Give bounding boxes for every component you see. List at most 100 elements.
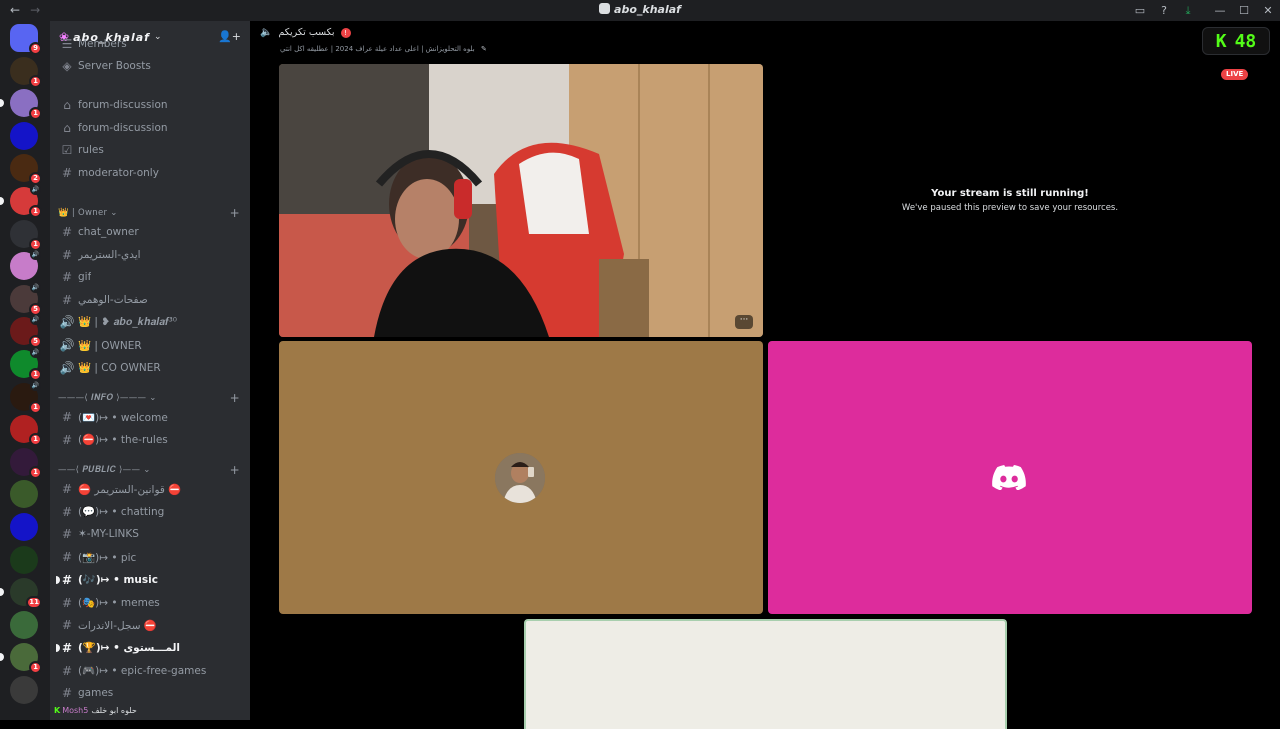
server-icon-16[interactable] <box>10 513 38 541</box>
hash-icon: # <box>61 550 73 565</box>
maximize-icon[interactable]: ☐ <box>1232 0 1256 21</box>
voice-channel-header: 🔈 بكسب تكريكم ! <box>260 27 351 38</box>
participant-tile-default[interactable] <box>768 341 1252 614</box>
hash-icon: # <box>61 686 73 701</box>
channel-item[interactable]: 🔊 👑 | ❥ 𝒂𝒃𝒐_𝒌𝒉𝒂𝒍𝒂𝒇³⁰ <box>58 312 244 332</box>
edit-pencil-icon[interactable]: ✎ <box>481 45 487 53</box>
server-icon-11[interactable]: 1 🔊 <box>10 347 42 381</box>
window-title: abo_khalaf <box>0 3 1280 16</box>
voice-active-icon: 🔊 <box>30 249 41 261</box>
channel-label: forum-discussion <box>78 99 168 111</box>
server-icon-6[interactable]: 1 🔊 <box>10 184 42 218</box>
channel-item[interactable]: ⌂ forum-discussion <box>58 118 244 138</box>
channel-item[interactable]: # (🏆)↦ • المـــستوى <box>56 638 244 658</box>
channel-item[interactable]: # gif <box>58 267 244 287</box>
camera-tile[interactable]: ··· <box>279 64 763 337</box>
add-channel-icon[interactable]: + <box>230 391 240 405</box>
hash-icon: # <box>61 572 73 587</box>
mention-badge: 1 <box>29 433 42 447</box>
hash-icon: # <box>61 166 73 180</box>
camera-feed <box>279 64 763 337</box>
minimize-icon[interactable]: — <box>1208 0 1232 21</box>
server-icon-19[interactable] <box>10 610 38 639</box>
forward-arrow-icon[interactable]: → <box>30 3 40 17</box>
server-icon-8[interactable]: 🔊 <box>10 249 41 281</box>
server-icon-7[interactable]: 1 <box>10 219 42 251</box>
channel-item[interactable]: # (🎭)↦ • memes <box>58 593 244 613</box>
server-icon-13[interactable]: 1 <box>10 415 42 447</box>
voice-channel-status[interactable]: بلوه التحلويزانش | اعلى عداد عيلة عراف 2… <box>280 45 487 53</box>
mention-badge: 1 <box>29 74 42 88</box>
server-icon-9[interactable]: 5 🔊 <box>10 281 42 316</box>
channel-label: rules <box>78 144 104 156</box>
participant-tile-avatar[interactable] <box>279 341 763 614</box>
add-channel-icon[interactable]: + <box>230 463 240 477</box>
hash-icon: # <box>61 292 73 307</box>
channel-item[interactable]: # ⛔ قوانين-الستريمر ⛔ <box>58 479 244 499</box>
channel-item[interactable]: 🔊 👑 | OWNER <box>58 335 244 355</box>
channel-sidebar: ❀ abo_khalaf ⌄ 👤+ ☰ Members ◈ Server Boosts… <box>50 21 250 720</box>
channel-category[interactable]: ——⟨ 𝑷𝑼𝑩𝑳𝑰𝑪 ⟩—— ⌄ + <box>58 463 244 477</box>
user-name: Mosh5 <box>62 706 89 715</box>
channel-label: Server Boosts <box>78 60 151 72</box>
channel-item[interactable]: 🔊 👑 | CO OWNER <box>58 358 244 378</box>
channel-item[interactable]: # ✶-MY-LINKS <box>58 524 244 544</box>
stream-paused-panel[interactable]: Your stream is still running! We've paus… <box>768 64 1252 337</box>
channel-label: صفحات-الوهمي <box>78 293 148 306</box>
voice-channel-status-text: بلوه التحلويزانش | اعلى عداد عيلة عراف 2… <box>280 45 475 53</box>
user-panel[interactable]: K Mosh5 حلوه ابو خلف <box>50 701 160 720</box>
channel-item[interactable]: # سجل-الاندرات ⛔ <box>58 615 244 635</box>
participant-avatar <box>495 453 545 503</box>
channel-item[interactable]: ☑ rules <box>58 140 244 160</box>
voice-channel-icon: 🔊 <box>59 315 75 330</box>
server-icon-3[interactable]: 1 <box>10 89 42 121</box>
channel-category[interactable]: 👑 | Owner ⌄ + <box>58 206 244 220</box>
channel-label: moderator-only <box>78 167 159 179</box>
server-icon-15[interactable] <box>10 480 38 509</box>
channel-item[interactable]: # (💌)↦ • welcome <box>58 407 244 427</box>
server-icon-12[interactable]: 1 🔊 <box>10 379 42 414</box>
unread-pill <box>0 197 4 205</box>
server-icon-14[interactable]: 1 <box>10 447 42 479</box>
channel-item[interactable]: # moderator-only <box>58 163 244 183</box>
channel-item[interactable]: # (🎶)↦ • music <box>56 570 244 590</box>
channel-type-icon: ☰ <box>61 37 73 51</box>
hash-icon: # <box>61 595 73 610</box>
add-channel-icon[interactable]: + <box>230 206 240 220</box>
download-icon[interactable]: ⤓ <box>1176 0 1200 21</box>
channel-item[interactable]: # chat_owner <box>58 222 244 242</box>
server-icon-1[interactable]: 9 <box>10 24 42 55</box>
server-icon-2[interactable]: 1 <box>10 56 42 88</box>
close-icon[interactable]: ✕ <box>1256 0 1280 21</box>
channel-item[interactable]: ⌂ forum-discussion <box>58 95 244 115</box>
channel-item[interactable]: # (🎮)↦ • epic-free-games <box>58 661 244 681</box>
channel-category[interactable]: ———⟨ 𝑰𝑵𝑭𝑶 ⟩——— ⌄ + <box>58 391 244 405</box>
channel-item[interactable]: # ايدي-الستريمر <box>58 245 244 265</box>
inbox-icon[interactable]: ▭ <box>1128 0 1152 21</box>
server-icon-21[interactable] <box>10 676 38 704</box>
back-arrow-icon[interactable]: ← <box>10 3 20 17</box>
server-icon-5[interactable]: 2 <box>10 154 42 186</box>
channel-item[interactable]: # (⛔)↦ • the-rules <box>58 430 244 450</box>
channel-label: games <box>78 687 114 700</box>
screen-share-tile[interactable] <box>524 619 1007 729</box>
category-label: 👑 | Owner ⌄ <box>58 208 118 218</box>
channel-item[interactable]: ◈ Server Boosts <box>58 56 244 76</box>
channel-item[interactable]: # (💬)↦ • chatting <box>58 502 244 522</box>
channel-item[interactable]: ☰ Members <box>58 34 244 54</box>
channel-label: chat_owner <box>78 226 139 238</box>
channel-item[interactable]: # صفحات-الوهمي <box>58 290 244 310</box>
more-options-button[interactable]: ··· <box>735 315 753 329</box>
server-icon-17[interactable] <box>10 545 38 574</box>
history-nav: ← → <box>10 3 40 17</box>
help-icon[interactable]: ? <box>1152 0 1176 21</box>
server-icon-18[interactable]: 11 <box>10 578 42 610</box>
server-icon-20[interactable]: 1 <box>10 643 42 675</box>
server-icon-4[interactable] <box>10 121 38 150</box>
channel-label: (📸)↦ • pic <box>78 551 137 564</box>
window-titlebar: ← → abo_khalaf ▭? ⤓ — ☐ ✕ <box>0 0 1280 21</box>
hash-icon: # <box>61 640 73 655</box>
channel-item[interactable]: # (📸)↦ • pic <box>58 547 244 567</box>
server-icon-10[interactable]: 5 🔊 <box>10 314 42 349</box>
unread-pill <box>0 99 4 108</box>
